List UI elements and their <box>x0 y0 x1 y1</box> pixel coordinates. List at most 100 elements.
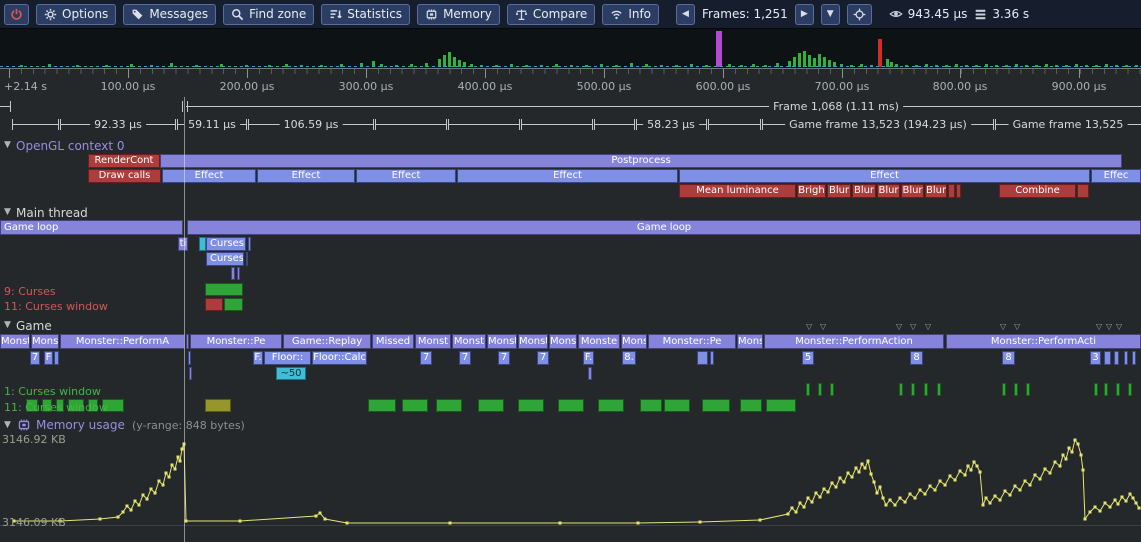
frame-bar[interactable] <box>955 64 958 67</box>
frame-span-label[interactable]: Game frame 13,525 <box>1009 118 1128 131</box>
zone[interactable]: Curses <box>206 237 246 251</box>
zone[interactable]: Blur <box>852 184 876 198</box>
zone[interactable] <box>478 399 504 412</box>
zone[interactable]: 5 <box>802 351 814 365</box>
collapsed-zone-marker[interactable]: ▽ <box>1116 322 1122 331</box>
collapse-triangle[interactable]: ▼ <box>4 140 11 150</box>
frame-bar[interactable] <box>555 64 558 67</box>
frame-bar[interactable] <box>808 55 811 67</box>
collapsed-zone-marker[interactable]: ▽ <box>896 322 902 331</box>
frame-bar[interactable] <box>728 64 731 67</box>
zone[interactable] <box>188 351 191 365</box>
zone[interactable]: Mons <box>737 334 763 349</box>
zone[interactable] <box>237 267 240 280</box>
zone[interactable]: Game loop <box>0 220 183 235</box>
zone[interactable] <box>205 283 243 296</box>
zone[interactable]: Missed <box>372 334 414 349</box>
collapsed-zone-marker[interactable]: ▽ <box>925 322 931 331</box>
zone[interactable]: ti <box>178 237 188 251</box>
zone[interactable] <box>588 367 592 380</box>
zone[interactable] <box>702 399 730 412</box>
frame-bar[interactable] <box>76 65 79 67</box>
frame-bar[interactable] <box>495 65 498 67</box>
zone[interactable] <box>697 351 708 365</box>
zone[interactable] <box>54 351 59 365</box>
frame-bar[interactable] <box>425 63 428 67</box>
zone[interactable] <box>766 399 796 412</box>
zone[interactable] <box>710 351 714 365</box>
zone[interactable]: Effect <box>162 169 256 183</box>
zone[interactable] <box>1077 184 1089 198</box>
options-button[interactable]: Options <box>36 4 116 25</box>
zone[interactable] <box>640 399 662 412</box>
frame-bar[interactable] <box>340 64 343 67</box>
zone[interactable]: Mean luminance <box>679 184 796 198</box>
frame-bar[interactable] <box>890 62 893 67</box>
frame-bar[interactable] <box>925 64 928 67</box>
frame-bar[interactable] <box>840 64 843 67</box>
frame-bar[interactable] <box>776 63 779 67</box>
frame-bar[interactable] <box>895 64 898 67</box>
zone[interactable] <box>248 237 251 251</box>
frame-bar[interactable] <box>1095 65 1098 67</box>
frame-bar[interactable] <box>195 65 198 67</box>
zone[interactable]: F. <box>583 351 594 365</box>
frame-bar[interactable] <box>935 65 938 67</box>
frame-bar[interactable] <box>878 39 882 67</box>
zone[interactable] <box>1124 351 1128 365</box>
frame-span-label[interactable]: 59.11 µs <box>184 118 240 131</box>
frame-bar[interactable] <box>860 64 863 67</box>
zone[interactable] <box>186 334 189 349</box>
frame-bar[interactable] <box>818 54 821 67</box>
zone[interactable]: Monst <box>549 334 577 349</box>
frame-bar[interactable] <box>870 65 873 67</box>
zone[interactable] <box>818 383 822 396</box>
frame-bar[interactable] <box>1065 65 1068 67</box>
frame-bar[interactable] <box>285 64 288 67</box>
zone[interactable] <box>924 383 928 396</box>
frame-bar[interactable] <box>372 61 375 67</box>
frame-bar[interactable] <box>823 57 826 67</box>
frame-bar[interactable] <box>752 64 755 67</box>
zone[interactable]: 7 <box>537 351 549 365</box>
zone[interactable]: Monst <box>415 334 451 349</box>
zone[interactable]: Monste <box>31 334 59 349</box>
frame-bar[interactable] <box>690 64 693 67</box>
compare-button[interactable]: Compare <box>507 4 595 25</box>
frame-bar[interactable] <box>803 51 806 67</box>
zone[interactable]: Floor::Calc <box>312 351 367 365</box>
frame-bar[interactable] <box>945 65 948 67</box>
frame-bar[interactable] <box>833 62 836 67</box>
zone[interactable]: Combine <box>999 184 1076 198</box>
frame-histogram[interactable] <box>0 29 1141 68</box>
zone[interactable] <box>1116 383 1120 396</box>
statistics-button[interactable]: Statistics <box>321 4 410 25</box>
frame-bar[interactable] <box>150 65 153 67</box>
frame-bar[interactable] <box>793 57 796 67</box>
frame-bar[interactable] <box>813 58 816 67</box>
frame-bar[interactable] <box>615 65 618 67</box>
frame-bar[interactable] <box>630 63 633 67</box>
frame-bar[interactable] <box>453 57 456 67</box>
zone[interactable]: Effect <box>457 169 678 183</box>
section-header[interactable]: Game <box>16 319 52 333</box>
zone[interactable] <box>368 399 396 412</box>
collapsed-zone-marker[interactable]: ▽ <box>820 322 826 331</box>
frame-bar[interactable] <box>463 62 466 67</box>
zone[interactable]: Blur <box>827 184 851 198</box>
frame-bar[interactable] <box>1115 65 1118 67</box>
frame-bar[interactable] <box>480 65 483 67</box>
frame-span-label[interactable]: Frame 1,068 (1.11 ms) <box>769 100 903 113</box>
zone[interactable] <box>205 298 223 311</box>
collapsed-zone-marker[interactable]: ▽ <box>1014 322 1020 331</box>
goto-frame-button[interactable] <box>847 4 872 25</box>
frame-bar[interactable] <box>995 65 998 67</box>
zone[interactable]: RenderCont <box>88 154 160 168</box>
frame-bar[interactable] <box>675 65 678 67</box>
frame-bar[interactable] <box>850 65 853 67</box>
frame-bar[interactable] <box>245 65 248 67</box>
zone[interactable] <box>1094 383 1098 396</box>
frame-bar[interactable] <box>525 65 528 67</box>
zone[interactable]: Monster::Pe <box>648 334 736 349</box>
frame-bar[interactable] <box>1135 65 1138 67</box>
